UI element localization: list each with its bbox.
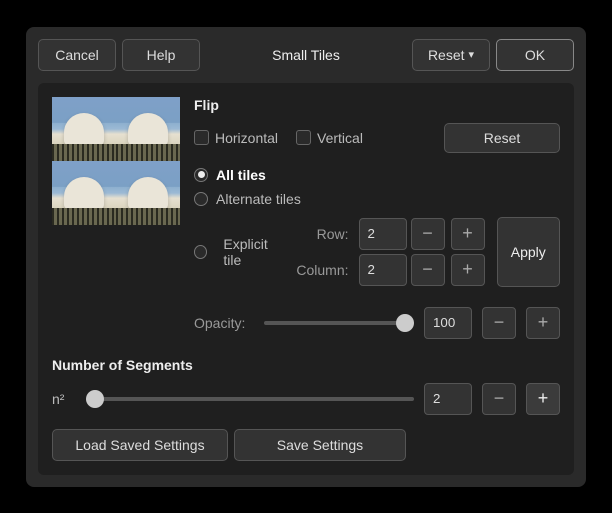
n-squared-label: n²: [52, 391, 76, 407]
explicit-tile-radio-wrap[interactable]: Explicit tile: [194, 236, 286, 268]
reset-dropdown-label: Reset: [428, 47, 465, 63]
opacity-track: [264, 321, 414, 325]
explicit-tile-radio[interactable]: [194, 245, 207, 259]
opacity-decrement-button[interactable]: −: [482, 307, 516, 339]
column-increment-button[interactable]: +: [451, 254, 485, 286]
ok-button[interactable]: OK: [496, 39, 574, 71]
tile-mode-radio-group: All tiles Alternate tiles: [194, 167, 560, 207]
apply-button[interactable]: Apply: [497, 217, 560, 287]
save-settings-button[interactable]: Save Settings: [234, 429, 406, 461]
horizontal-checkbox[interactable]: [194, 130, 209, 145]
column-decrement-button[interactable]: −: [411, 254, 445, 286]
chevron-down-icon: ▾: [469, 48, 475, 61]
help-button[interactable]: Help: [122, 39, 200, 71]
segments-label: Number of Segments: [52, 357, 560, 373]
row-input[interactable]: [359, 218, 407, 250]
segments-row: n² − +: [52, 383, 560, 415]
opacity-slider[interactable]: [264, 313, 414, 333]
flip-section: Flip Horizontal Vertical Reset Al: [194, 97, 560, 339]
preview-tile: [52, 161, 116, 225]
segments-decrement-button[interactable]: −: [482, 383, 516, 415]
flip-controls: Horizontal Vertical Reset: [194, 123, 560, 153]
segments-thumb[interactable]: [86, 390, 104, 408]
small-tiles-dialog: Cancel Help Small Tiles Reset ▾ OK Flip …: [26, 27, 586, 487]
explicit-tile-row: Explicit tile Row: − + Column: − + Apply: [194, 217, 560, 287]
settings-panel: Flip Horizontal Vertical Reset Al: [38, 83, 574, 475]
opacity-label: Opacity:: [194, 315, 254, 331]
all-tiles-label: All tiles: [216, 167, 266, 183]
row-decrement-button[interactable]: −: [411, 218, 445, 250]
flip-reset-button[interactable]: Reset: [444, 123, 560, 153]
reset-dropdown-button[interactable]: Reset ▾: [412, 39, 490, 71]
opacity-row: Opacity: − +: [194, 307, 560, 339]
segments-slider[interactable]: [86, 389, 414, 409]
opacity-increment-button[interactable]: +: [526, 307, 560, 339]
segments-section: Number of Segments n² − +: [52, 357, 560, 415]
column-label: Column:: [296, 262, 354, 278]
horizontal-label: Horizontal: [215, 130, 278, 146]
opacity-thumb[interactable]: [396, 314, 414, 332]
footer-row: Load Saved Settings Save Settings: [52, 429, 560, 461]
row-label: Row:: [296, 226, 354, 242]
alternate-tiles-radio-wrap[interactable]: Alternate tiles: [194, 191, 560, 207]
preview-tile: [52, 97, 116, 161]
vertical-label: Vertical: [317, 130, 363, 146]
dialog-header: Cancel Help Small Tiles Reset ▾ OK: [38, 39, 574, 71]
dialog-title: Small Tiles: [206, 47, 406, 63]
alternate-tiles-radio[interactable]: [194, 192, 208, 206]
vertical-check-wrap[interactable]: Vertical: [296, 130, 363, 146]
horizontal-check-wrap[interactable]: Horizontal: [194, 130, 278, 146]
row-increment-button[interactable]: +: [451, 218, 485, 250]
segments-track: [86, 397, 414, 401]
all-tiles-radio[interactable]: [194, 168, 208, 182]
segments-input[interactable]: [424, 383, 472, 415]
cancel-button[interactable]: Cancel: [38, 39, 116, 71]
load-saved-settings-button[interactable]: Load Saved Settings: [52, 429, 228, 461]
column-input[interactable]: [359, 254, 407, 286]
preview-tile: [116, 161, 180, 225]
vertical-checkbox[interactable]: [296, 130, 311, 145]
row-column-grid: Row: − + Column: − +: [296, 218, 486, 286]
opacity-input[interactable]: [424, 307, 472, 339]
alternate-tiles-label: Alternate tiles: [216, 191, 301, 207]
preview-thumbnail: [52, 97, 180, 225]
flip-label: Flip: [194, 97, 560, 113]
preview-tile: [116, 97, 180, 161]
all-tiles-radio-wrap[interactable]: All tiles: [194, 167, 560, 183]
flip-row: Flip Horizontal Vertical Reset Al: [52, 97, 560, 339]
segments-increment-button[interactable]: +: [526, 383, 560, 415]
explicit-tile-label: Explicit tile: [223, 236, 286, 268]
